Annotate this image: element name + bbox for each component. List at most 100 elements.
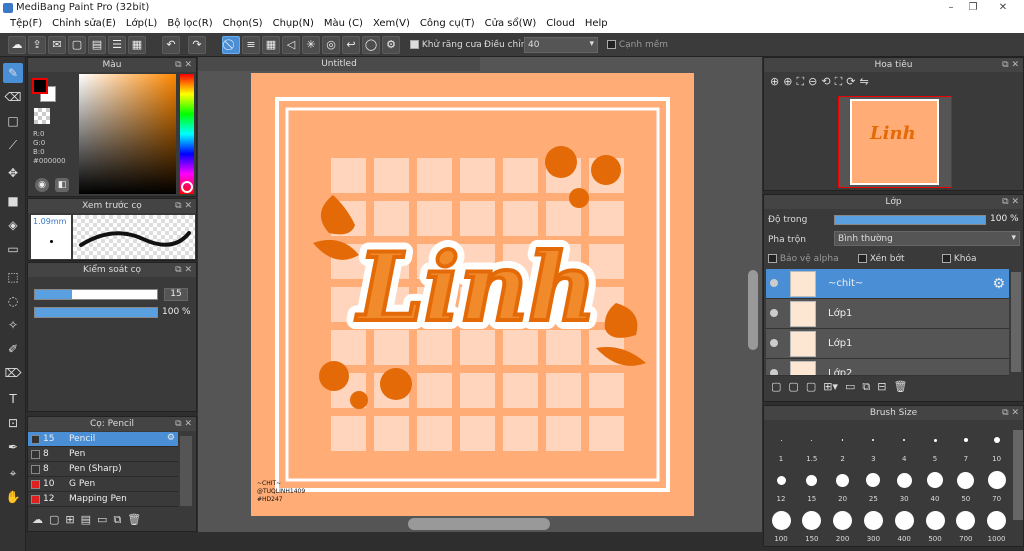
magic-wand-tool-icon[interactable]: ✧ — [3, 315, 23, 335]
brush-size-cell[interactable]: 1 — [766, 426, 796, 464]
maximize-icon[interactable]: ❐ — [966, 2, 980, 13]
brush-size-cell[interactable]: 700 — [951, 506, 981, 544]
menu-edit[interactable]: Chỉnh sửa(E) — [47, 16, 121, 33]
brush-size-cell[interactable]: 200 — [828, 506, 858, 544]
panel-popout-icon[interactable]: ⧉ ✕ — [175, 58, 192, 72]
circle-snap-icon[interactable]: ◎ — [322, 36, 340, 54]
text-tool-icon[interactable]: T — [3, 389, 23, 409]
menu-capture[interactable]: Chụp(N) — [268, 16, 319, 33]
duplicate-layer-icon[interactable]: ⧉ — [862, 380, 870, 396]
trash-icon[interactable]: 🗑 — [893, 380, 907, 396]
ellipse-snap-icon[interactable]: ◯ — [362, 36, 380, 54]
brush-opacity-slider[interactable] — [34, 307, 158, 318]
layer-row-lop1[interactable]: Lớp1 — [766, 299, 1009, 329]
move-tool-icon[interactable]: ✥ — [3, 163, 23, 183]
menu-color[interactable]: Màu (C) — [319, 16, 368, 33]
crosshatch-snap-icon[interactable]: ▦ — [262, 36, 280, 54]
brush-size-cell[interactable]: 2 — [828, 426, 858, 464]
gradient-tool-icon[interactable]: ▭ — [3, 239, 23, 259]
grid-icon[interactable]: ▦ — [128, 36, 146, 54]
flip-icon[interactable]: ⇋ — [860, 75, 869, 89]
panel-popout-icon[interactable]: ⧉ ✕ — [175, 417, 192, 431]
lasso-tool-icon[interactable]: ◌ — [3, 291, 23, 311]
radial-snap-icon[interactable]: ✳ — [302, 36, 320, 54]
new-file-icon[interactable]: ▢ — [68, 36, 86, 54]
eraser-tool-icon[interactable]: ⌫ — [3, 87, 23, 107]
document-tab[interactable]: Untitled — [198, 57, 480, 71]
brush-size-cell[interactable]: 7 — [951, 426, 981, 464]
layer-opacity-slider[interactable] — [834, 215, 986, 225]
new-layer-1bit-icon[interactable]: ▢ — [806, 380, 816, 396]
new-brush-icon[interactable]: ▢ — [49, 513, 59, 529]
panel-popout-icon[interactable]: ⧉ ✕ — [1002, 58, 1019, 72]
panel-popout-icon[interactable]: ⧉ ✕ — [1002, 406, 1019, 420]
hue-handle[interactable] — [181, 181, 193, 193]
panel-popout-icon[interactable]: ⧉ ✕ — [1002, 195, 1019, 209]
minimize-icon[interactable]: – — [944, 2, 958, 13]
fill-rect-tool-icon[interactable]: ■ — [3, 191, 23, 211]
panel-divide-tool-icon[interactable]: ⊡ — [3, 413, 23, 433]
brush-size-cell[interactable]: 3 — [858, 426, 888, 464]
zoom-out-icon[interactable]: ⊖ — [808, 75, 817, 89]
brush-size-value[interactable]: 15 — [164, 288, 188, 301]
menu-file[interactable]: Tệp(F) — [5, 16, 47, 33]
add-layer-icon[interactable]: ⊞▾ — [823, 380, 838, 396]
saturation-value-picker[interactable] — [79, 74, 176, 194]
menu-view[interactable]: Xem(V) — [368, 16, 415, 33]
vertical-scrollbar[interactable] — [748, 270, 758, 350]
curve-snap-icon[interactable]: ↩ — [342, 36, 360, 54]
line-tool-icon[interactable]: ⟋ — [3, 135, 23, 155]
brush-size-cell[interactable]: 50 — [951, 466, 981, 504]
brush-size-cell[interactable]: 40 — [920, 466, 950, 504]
brush-size-cell[interactable]: 5 — [920, 426, 950, 464]
hand-tool-icon[interactable]: ✋ — [3, 487, 23, 507]
vanishing-snap-icon[interactable]: ◁ — [282, 36, 300, 54]
brush-size-cell[interactable]: 15 — [797, 466, 827, 504]
menu-select[interactable]: Chọn(S) — [218, 16, 268, 33]
layer-row-chit[interactable]: ~chit~ ⚙ — [766, 269, 1009, 299]
select-pen-tool-icon[interactable]: ✐ — [3, 339, 23, 359]
eye-icon[interactable] — [770, 309, 778, 317]
blend-mode-select[interactable]: Bình thường ▾ — [834, 231, 1020, 246]
merge-layer-icon[interactable]: ⊟ — [877, 380, 886, 396]
brush-size-cell[interactable]: 4 — [889, 426, 919, 464]
brush-size-cell[interactable]: 500 — [920, 506, 950, 544]
brush-size-cell[interactable]: 150 — [797, 506, 827, 544]
parallel-snap-icon[interactable]: ≡ — [242, 36, 260, 54]
menu-layer[interactable]: Lớp(L) — [121, 16, 162, 33]
share-icon[interactable]: ⇪ — [28, 36, 46, 54]
fit-window-icon[interactable]: ⛶ — [835, 75, 843, 89]
eye-icon[interactable] — [770, 339, 778, 347]
select-rect-tool-icon[interactable]: ⬚ — [3, 267, 23, 287]
brush-size-cell[interactable]: 70 — [982, 466, 1012, 504]
menu-tools[interactable]: Công cụ(T) — [415, 16, 480, 33]
brush-item-pen[interactable]: 8 Pen — [28, 447, 178, 462]
artwork-canvas[interactable]: Linh Linh ~CHIT~ @TUQLINH1409 #HD247 — [251, 73, 694, 516]
brush-settings-icon[interactable]: ▤ — [81, 513, 91, 529]
menu-help[interactable]: Help — [580, 16, 613, 33]
comment-icon[interactable]: ✉ — [48, 36, 66, 54]
eye-icon[interactable] — [770, 369, 778, 375]
folder-icon[interactable]: ▭ — [97, 513, 107, 529]
brush-size-cell[interactable]: 400 — [889, 506, 919, 544]
brush-item-g-pen[interactable]: 10 G Pen — [28, 477, 178, 492]
brush-size-cell[interactable]: 1.5 — [797, 426, 827, 464]
layer-row-lop1[interactable]: Lớp1 — [766, 329, 1009, 359]
eyedropper-tool-icon[interactable]: ⌖ — [3, 463, 23, 483]
close-icon[interactable]: ✕ — [988, 2, 1018, 13]
antialias-checkbox[interactable] — [410, 40, 419, 49]
brush-list-scrollbar[interactable] — [180, 436, 192, 506]
undo-icon[interactable]: ↶ — [162, 36, 180, 54]
brush-item-pencil[interactable]: 15 Pencil ⚙ — [28, 432, 178, 447]
brush-item-pen-sharp[interactable]: 8 Pen (Sharp) — [28, 462, 178, 477]
layer-scrollbar[interactable] — [1011, 272, 1021, 372]
bucket-tool-icon[interactable]: ◈ — [3, 215, 23, 235]
redo-icon[interactable]: ↷ — [188, 36, 206, 54]
zoom-fit-icon[interactable]: ⊕ — [770, 75, 779, 89]
brush-size-cell[interactable]: 1000 — [982, 506, 1012, 544]
clip-checkbox[interactable] — [858, 254, 867, 263]
duplicate-icon[interactable]: ⧉ — [113, 513, 121, 529]
zoom-in-icon[interactable]: ⊕ — [783, 75, 792, 89]
brush-size-cell[interactable]: 30 — [889, 466, 919, 504]
cloud-brush-icon[interactable]: ☁ — [32, 513, 43, 529]
